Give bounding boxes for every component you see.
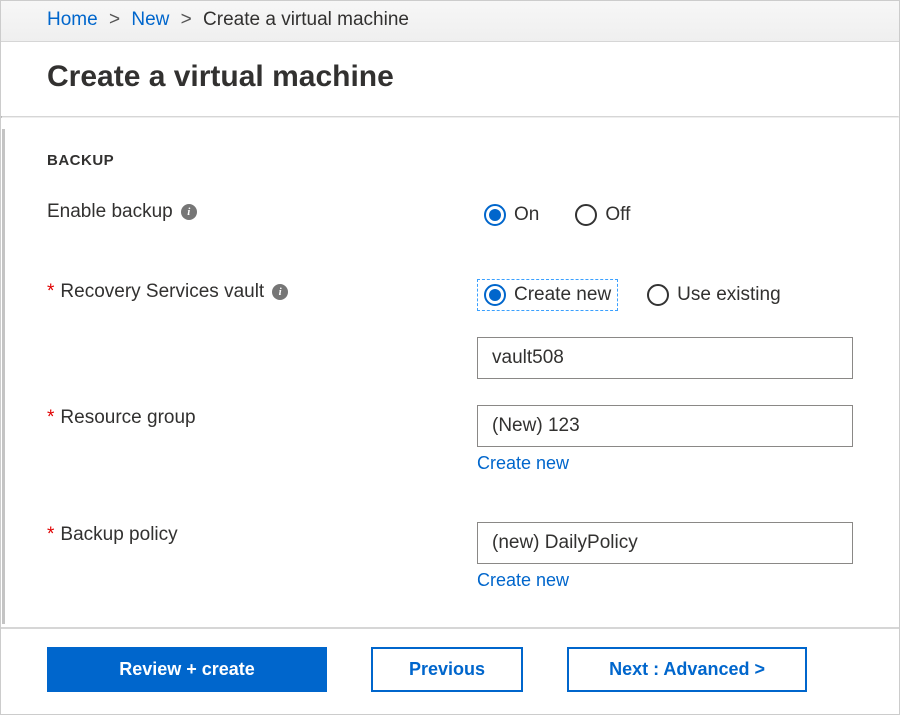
review-create-button[interactable]: Review + create (47, 647, 327, 692)
breadcrumb-separator: > (181, 9, 192, 30)
required-indicator: * (47, 524, 54, 546)
row-enable-backup: Enable backup i On Off (47, 199, 853, 231)
info-icon[interactable]: i (272, 284, 288, 300)
resource-group-create-new-link[interactable]: Create new (477, 453, 853, 474)
label-text: Recovery Services vault (60, 281, 264, 303)
radio-icon (484, 284, 506, 306)
row-resource-group: * Resource group Create new (47, 405, 853, 474)
breadcrumb: Home > New > Create a virtual machine (1, 1, 899, 42)
label-text: Enable backup (47, 201, 173, 223)
form-content: BACKUP Enable backup i On Off (1, 118, 899, 647)
radio-vault-create-new[interactable]: Create new (477, 279, 618, 311)
radio-label: Use existing (677, 284, 781, 306)
breadcrumb-separator: > (109, 9, 120, 30)
radio-label: Off (605, 204, 630, 226)
radio-group-vault: Create new Use existing (477, 279, 853, 311)
breadcrumb-link-new[interactable]: New (131, 9, 169, 30)
required-indicator: * (47, 407, 54, 429)
vault-name-input[interactable] (477, 337, 853, 379)
label-resource-group: * Resource group (47, 405, 477, 429)
radio-group-enable-backup: On Off (477, 199, 853, 231)
row-vault: * Recovery Services vault i Create new U… (47, 279, 853, 311)
radio-icon (575, 204, 597, 226)
label-enable-backup: Enable backup i (47, 199, 477, 223)
radio-enable-backup-off[interactable]: Off (568, 199, 637, 231)
row-vault-name (47, 337, 853, 379)
info-icon[interactable]: i (181, 204, 197, 220)
label-vault: * Recovery Services vault i (47, 279, 477, 303)
section-heading-backup: BACKUP (47, 152, 853, 169)
page-title: Create a virtual machine (1, 42, 899, 116)
backup-policy-input[interactable] (477, 522, 853, 564)
label-text: Backup policy (60, 524, 177, 546)
backup-policy-create-new-link[interactable]: Create new (477, 570, 853, 591)
label-text: Resource group (60, 407, 195, 429)
previous-button[interactable]: Previous (371, 647, 523, 692)
required-indicator: * (47, 281, 54, 303)
radio-label: On (514, 204, 539, 226)
breadcrumb-current: Create a virtual machine (203, 9, 409, 30)
radio-enable-backup-on[interactable]: On (477, 199, 546, 231)
resource-group-input[interactable] (477, 405, 853, 447)
breadcrumb-link-home[interactable]: Home (47, 9, 98, 30)
radio-vault-use-existing[interactable]: Use existing (640, 279, 788, 311)
row-backup-policy: * Backup policy Create new (47, 522, 853, 591)
label-backup-policy: * Backup policy (47, 522, 477, 546)
radio-icon (484, 204, 506, 226)
footer-actions: Review + create Previous Next : Advanced… (1, 627, 899, 714)
radio-label: Create new (514, 284, 611, 306)
radio-icon (647, 284, 669, 306)
next-advanced-button[interactable]: Next : Advanced > (567, 647, 807, 692)
